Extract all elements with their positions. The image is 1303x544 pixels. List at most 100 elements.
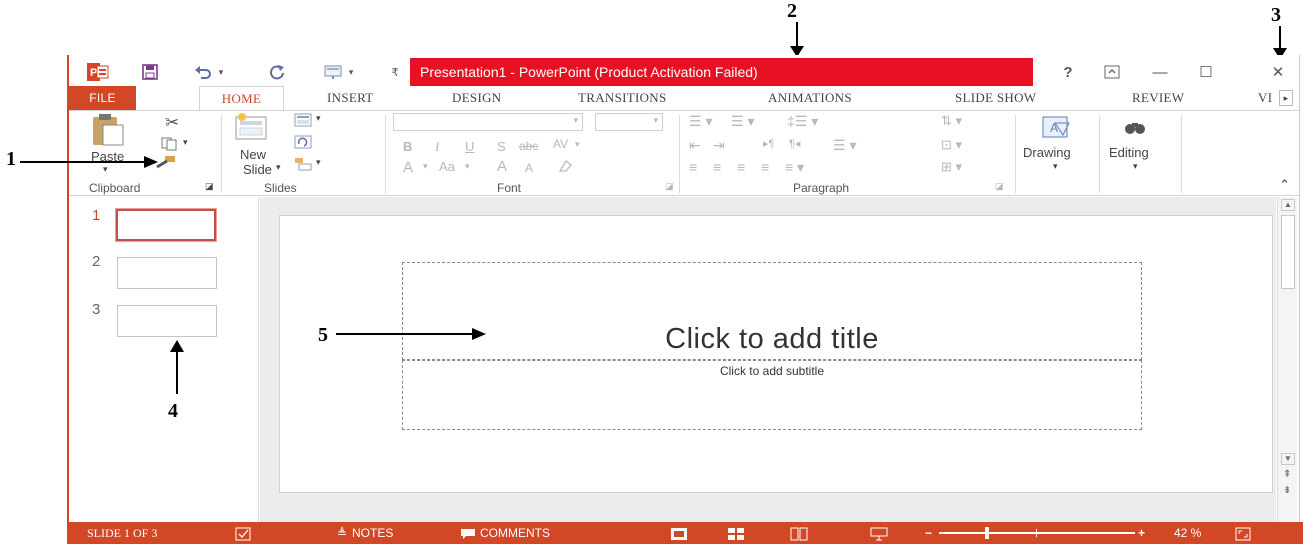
character-spacing-dropdown-icon[interactable]: ▾ <box>575 139 580 150</box>
rtl-icon[interactable]: ¶◂ <box>789 137 800 150</box>
character-spacing-button[interactable]: AV <box>553 137 568 151</box>
notes-button[interactable]: NOTES <box>352 522 393 544</box>
tab-review[interactable]: REVIEW <box>1132 86 1184 110</box>
customize-qat-icon[interactable]: ₹ <box>387 58 403 86</box>
new-slide-icon[interactable] <box>234 113 268 146</box>
tab-animations[interactable]: ANIMATIONS <box>768 86 852 110</box>
redo-icon[interactable] <box>265 58 289 86</box>
change-case-button[interactable]: Aa <box>439 159 455 174</box>
align-left-icon[interactable]: ≡ <box>689 159 697 175</box>
distributed-icon[interactable]: ≡ ▾ <box>785 159 804 176</box>
tab-view[interactable]: VI <box>1258 86 1272 110</box>
slide-thumbnail-3[interactable] <box>117 305 217 337</box>
bold-button[interactable]: B <box>403 139 412 154</box>
minimize-button[interactable]: — <box>1140 58 1180 86</box>
increase-indent-icon[interactable]: ⇥ <box>713 137 725 154</box>
reading-view-icon[interactable] <box>790 522 808 544</box>
slide-thumbnail-2[interactable] <box>117 257 217 289</box>
previous-slide-icon[interactable]: ⇞ <box>1283 469 1291 480</box>
tab-file[interactable]: FILE <box>69 86 136 110</box>
tab-scroll-right-icon[interactable]: ▸ <box>1279 90 1293 106</box>
tab-slide-show[interactable]: SLIDE SHOW <box>955 86 1036 110</box>
vertical-scrollbar[interactable]: ▲ ▼ ⇞ ⇟ <box>1277 197 1297 522</box>
copy-dropdown-icon[interactable]: ▾ <box>183 137 188 148</box>
comments-icon[interactable] <box>460 522 476 544</box>
tab-transitions[interactable]: TRANSITIONS <box>578 86 667 110</box>
shadow-button[interactable]: S <box>497 139 506 154</box>
new-slide-button[interactable]: New <box>240 147 266 162</box>
editing-button[interactable]: Editing <box>1109 145 1149 160</box>
font-name-dropdown-icon[interactable]: ▾ <box>573 115 578 126</box>
slide-indicator[interactable]: SLIDE 1 OF 3 <box>87 522 157 544</box>
paste-dropdown-icon[interactable]: ▾ <box>103 164 108 175</box>
drawing-icon[interactable]: A <box>1041 115 1073 146</box>
zoom-slider[interactable] <box>939 532 1135 534</box>
drawing-button[interactable]: Drawing <box>1023 145 1071 160</box>
smartart-icon[interactable]: ⊞ ▾ <box>941 159 962 175</box>
comments-button[interactable]: COMMENTS <box>480 522 550 544</box>
section-dropdown-icon[interactable]: ▾ <box>316 157 321 168</box>
italic-button[interactable]: I <box>435 139 439 155</box>
clear-formatting-icon[interactable] <box>557 159 573 178</box>
powerpoint-icon[interactable]: P <box>85 58 111 86</box>
ltr-icon[interactable]: ▸¶ <box>763 137 774 150</box>
copy-icon[interactable] <box>161 137 179 156</box>
layout-dropdown-icon[interactable]: ▾ <box>316 113 321 124</box>
start-dropdown-icon[interactable]: ▾ <box>345 58 357 86</box>
editing-dropdown-icon[interactable]: ▾ <box>1133 161 1138 172</box>
cut-icon[interactable]: ✂ <box>165 113 179 133</box>
bullets-icon[interactable]: ☰ ▾ <box>689 113 712 130</box>
layout-icon[interactable] <box>294 113 312 132</box>
shrink-font-button[interactable]: A <box>525 161 533 175</box>
spell-check-icon[interactable] <box>235 522 253 544</box>
reset-icon[interactable] <box>294 135 312 154</box>
tab-insert[interactable]: INSERT <box>327 86 374 110</box>
title-placeholder[interactable]: Click to add title <box>402 262 1142 360</box>
zoom-slider-thumb[interactable] <box>985 527 989 539</box>
undo-dropdown-icon[interactable]: ▾ <box>215 58 227 86</box>
maximize-button[interactable]: ☐ <box>1186 58 1226 86</box>
scroll-up-icon[interactable]: ▲ <box>1281 199 1295 211</box>
collapse-ribbon-icon[interactable]: ⌃ <box>1279 177 1290 193</box>
slide-show-icon[interactable] <box>870 522 888 544</box>
justify-icon[interactable]: ≡ <box>761 159 769 175</box>
columns-icon[interactable]: ☰ ▾ <box>833 137 856 154</box>
font-size-field[interactable]: ▾ <box>595 113 663 131</box>
fit-to-window-icon[interactable] <box>1235 522 1251 544</box>
slide-canvas[interactable]: Click to add title Click to add subtitle <box>279 215 1273 493</box>
line-spacing-icon[interactable]: ‡☰ ▾ <box>787 113 818 130</box>
text-direction-icon[interactable]: ⇅ ▾ <box>941 113 962 129</box>
change-case-dropdown-icon[interactable]: ▾ <box>465 161 470 172</box>
zoom-in-button[interactable]: + <box>1138 522 1145 544</box>
font-color-dropdown-icon[interactable]: ▾ <box>423 161 428 172</box>
close-button[interactable]: ✕ <box>1258 58 1298 86</box>
tab-design[interactable]: DESIGN <box>452 86 501 110</box>
align-center-icon[interactable]: ≡ <box>713 159 721 175</box>
find-icon[interactable] <box>1123 117 1147 142</box>
strikethrough-button[interactable]: abc <box>519 139 538 153</box>
new-slide-label[interactable]: Slide <box>243 162 272 177</box>
save-icon[interactable] <box>137 58 163 86</box>
clipboard-launcher-icon[interactable]: ◪ <box>205 181 214 192</box>
next-slide-icon[interactable]: ⇟ <box>1283 485 1291 496</box>
font-size-dropdown-icon[interactable]: ▾ <box>653 115 658 126</box>
scroll-thumb[interactable] <box>1281 215 1295 289</box>
scroll-down-icon[interactable]: ▼ <box>1281 453 1295 465</box>
align-right-icon[interactable]: ≡ <box>737 159 745 175</box>
from-beginning-icon[interactable] <box>321 58 345 86</box>
new-slide-dropdown-icon[interactable]: ▾ <box>276 162 281 173</box>
section-icon[interactable] <box>294 157 312 176</box>
font-name-field[interactable]: ▾ <box>393 113 583 131</box>
tab-home[interactable]: HOME <box>199 86 284 111</box>
font-launcher-icon[interactable]: ◪ <box>665 181 674 192</box>
align-text-icon[interactable]: ⊡ ▾ <box>941 137 962 153</box>
subtitle-placeholder[interactable]: Click to add subtitle <box>402 360 1142 430</box>
ribbon-display-options-icon[interactable] <box>1092 58 1132 86</box>
notes-icon[interactable]: ≜ <box>337 522 347 544</box>
zoom-out-button[interactable]: − <box>925 522 932 544</box>
grow-font-button[interactable]: A <box>497 158 507 175</box>
underline-button[interactable]: U <box>465 139 474 154</box>
paste-icon[interactable] <box>89 113 125 147</box>
font-color-button[interactable]: A <box>403 159 413 176</box>
drawing-dropdown-icon[interactable]: ▾ <box>1053 161 1058 172</box>
